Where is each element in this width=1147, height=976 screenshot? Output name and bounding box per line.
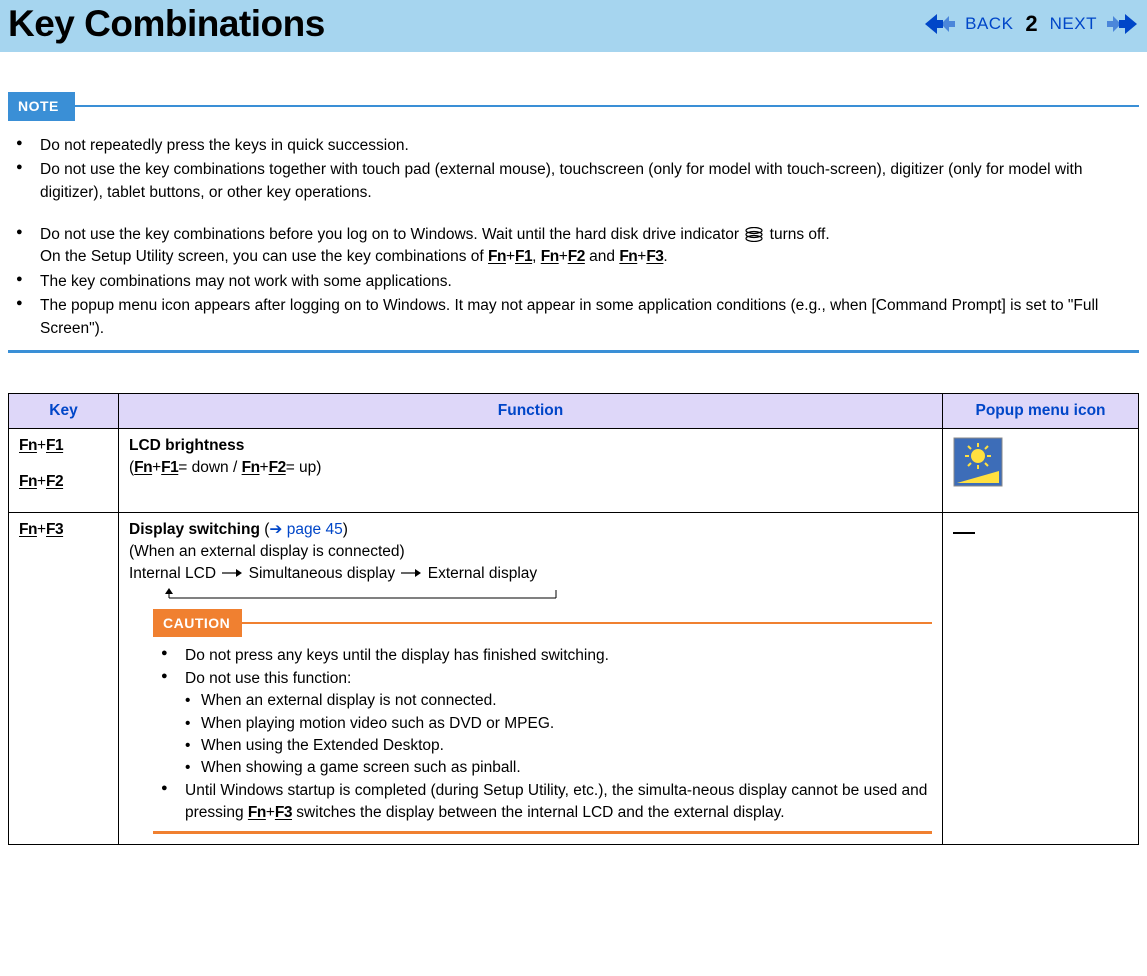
caution-sublist: When an external display is not connecte… [185, 690, 932, 780]
func-title-display: Display switching [129, 521, 260, 538]
caution-item-3: Until Windows startup is completed (duri… [161, 780, 932, 825]
seq-3: External display [428, 565, 537, 582]
func-title-brightness: LCD brightness [129, 437, 244, 454]
kbd-f3: F3 [646, 248, 663, 265]
no-icon-indicator [953, 532, 975, 534]
caution-footer-rule [153, 831, 932, 834]
back-arrow-icon[interactable] [925, 14, 959, 34]
note-rule [75, 105, 1139, 107]
key-combinations-table: Key Function Popup menu icon Fn+F1 Fn+F2… [8, 393, 1139, 845]
page-link-45[interactable]: page 45 [282, 521, 342, 538]
kbd-fn: Fn [19, 473, 37, 490]
page-link-arrow: ➔ [269, 521, 282, 538]
note-footer-rule [8, 350, 1139, 353]
cycle-return-arrow [161, 587, 561, 601]
note3-post: turns off. [770, 226, 830, 243]
seq-2: Simultaneous display [249, 565, 395, 582]
note-header: NOTE [8, 92, 1139, 121]
th-key: Key [9, 394, 119, 429]
function-cell-display: Display switching (➔ page 45) (When an e… [119, 513, 943, 844]
caution-list: Do not press any keys until the display … [153, 645, 932, 825]
th-function: Function [119, 394, 943, 429]
kbd-f1: F1 [46, 437, 63, 454]
next-link[interactable]: NEXT [1050, 12, 1097, 36]
kbd-f3: F3 [46, 521, 63, 538]
kbd-f2: F2 [568, 248, 585, 265]
caution-block: CAUTION Do not press any keys until the … [129, 609, 932, 834]
kbd-fn: Fn [488, 248, 506, 265]
table-row-display: Fn+F3 Display switching (➔ page 45) (Whe… [9, 513, 1139, 844]
kbd-fn: Fn [19, 521, 37, 538]
kbd-fn: Fn [619, 248, 637, 265]
kbd-f1: F1 [515, 248, 532, 265]
note3-line2-pre: On the Setup Utility screen, you can use… [40, 248, 488, 265]
icon-cell-display [943, 513, 1139, 844]
caution-item-2: Do not use this function: When an extern… [161, 668, 932, 780]
back-link[interactable]: BACK [965, 12, 1013, 36]
seq-1: Internal LCD [129, 565, 216, 582]
caution-item-1: Do not press any keys until the display … [161, 645, 932, 667]
note-item-1: Do not repeatedly press the keys in quic… [16, 135, 1139, 157]
caution-rule [242, 622, 932, 624]
page-title: Key Combinations [8, 0, 325, 50]
kbd-f2: F2 [46, 473, 63, 490]
note-item-3: Do not use the key combinations before y… [16, 224, 1139, 269]
caution-badge: CAUTION [153, 609, 242, 638]
note-list-2: Do not use the key combinations before y… [8, 224, 1139, 340]
content-area: NOTE Do not repeatedly press the keys in… [0, 92, 1147, 845]
header-bar: Key Combinations BACK 2 NEXT [0, 0, 1147, 52]
note3-pre: Do not use the key combinations before y… [40, 226, 743, 243]
arrow-right-icon [401, 563, 421, 585]
note-item-4: The key combinations may not work with s… [16, 271, 1139, 293]
next-arrow-icon[interactable] [1103, 14, 1137, 34]
note-item-2: Do not use the key combinations together… [16, 159, 1139, 204]
table-row-brightness: Fn+F1 Fn+F2 LCD brightness (Fn+F1= down … [9, 429, 1139, 513]
arrow-right-icon [222, 563, 242, 585]
caution-sub-b: When playing motion video such as DVD or… [185, 713, 932, 735]
note-list: Do not repeatedly press the keys in quic… [8, 135, 1139, 204]
brightness-icon [953, 437, 1003, 487]
icon-cell-brightness [943, 429, 1139, 513]
nav-group: BACK 2 NEXT [925, 9, 1137, 40]
display-subtitle: (When an external display is connected) [129, 543, 405, 560]
caution-sub-a: When an external display is not connecte… [185, 690, 932, 712]
key-cell-display: Fn+F3 [9, 513, 119, 844]
caution-sub-d: When showing a game screen such as pinba… [185, 757, 932, 779]
note-badge: NOTE [8, 92, 75, 121]
key-cell-brightness: Fn+F1 Fn+F2 [9, 429, 119, 513]
th-icon: Popup menu icon [943, 394, 1139, 429]
page-number: 2 [1025, 9, 1037, 40]
function-cell-brightness: LCD brightness (Fn+F1= down / Fn+F2= up) [119, 429, 943, 513]
caution-header: CAUTION [153, 609, 932, 638]
caution-sub-c: When using the Extended Desktop. [185, 735, 932, 757]
hdd-indicator-icon [745, 227, 763, 242]
note-item-5: The popup menu icon appears after loggin… [16, 295, 1139, 340]
kbd-fn: Fn [19, 437, 37, 454]
kbd-fn: Fn [541, 248, 559, 265]
